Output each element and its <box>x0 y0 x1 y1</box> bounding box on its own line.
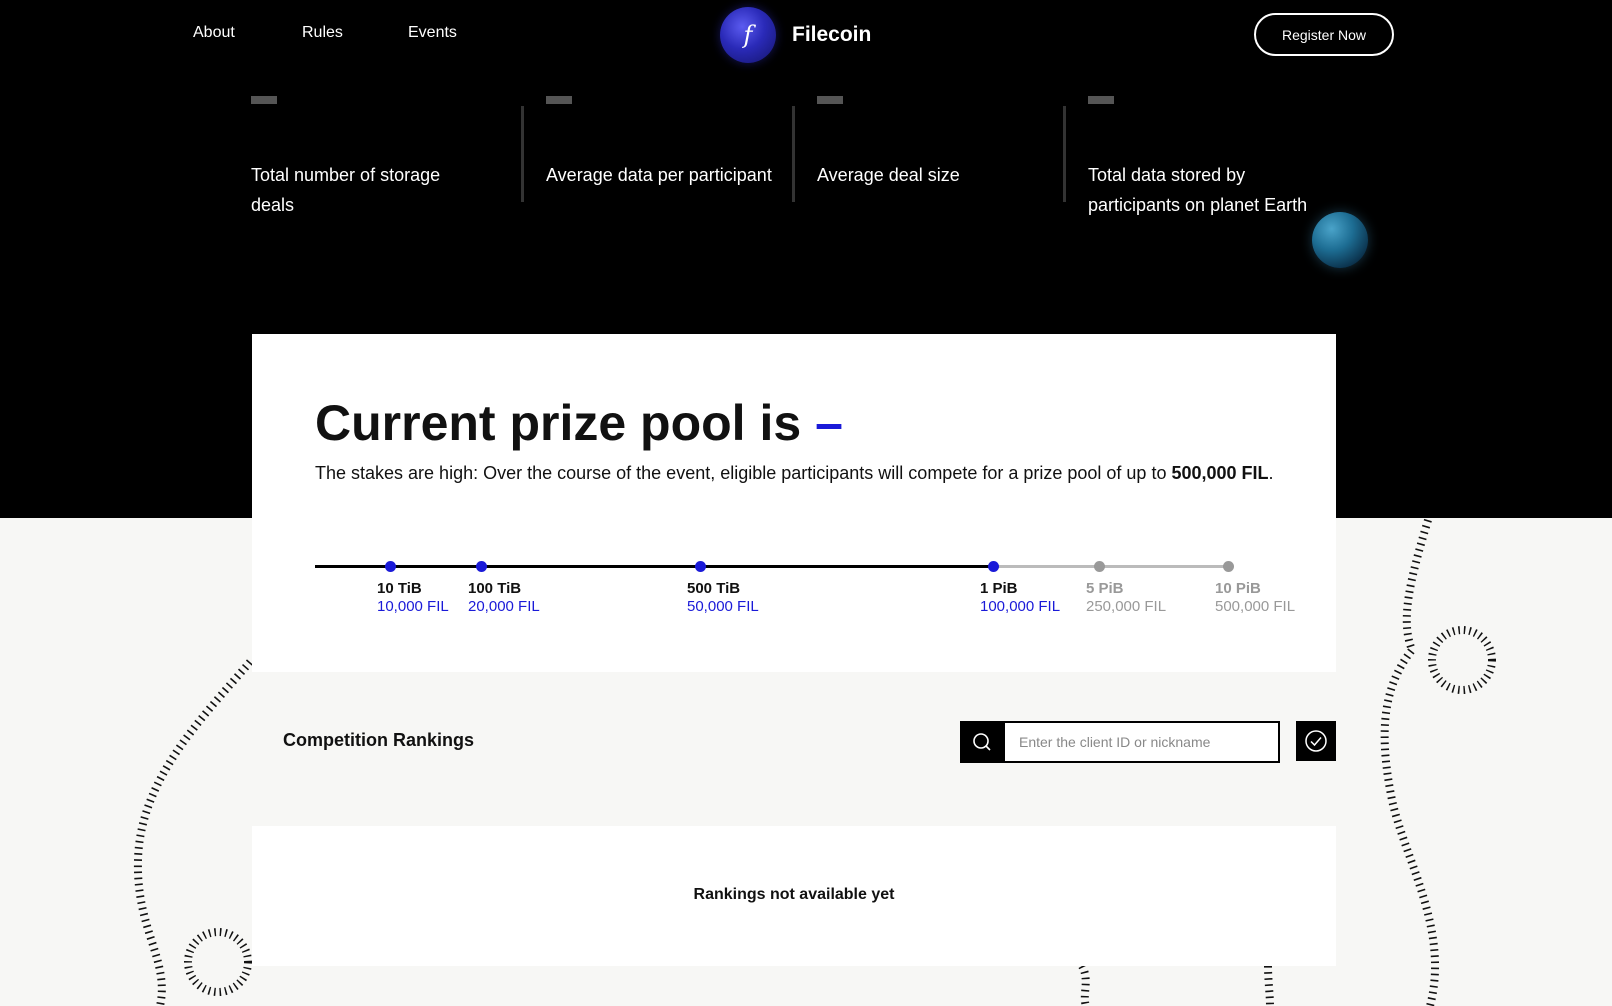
milestone-fil: 500,000 FIL <box>1215 598 1296 615</box>
milestone-label: 10 TiB 10,000 FIL <box>377 580 449 616</box>
nav-link-about[interactable]: About <box>193 24 235 42</box>
stat-divider <box>521 106 524 202</box>
client-search-input[interactable] <box>1003 721 1280 763</box>
stat-value-placeholder <box>817 96 843 104</box>
milestone-label: 1 PiB 100,000 FIL <box>980 580 1060 616</box>
brand-home-link[interactable]: f Filecoin <box>720 7 871 63</box>
stat-total-data-stored: Total data stored by participants on pla… <box>1088 96 1318 220</box>
rankings-empty-message: Rankings not available yet <box>693 886 895 903</box>
milestone-fil: 20,000 FIL <box>468 598 540 615</box>
milestone-label: 10 PiB 500,000 FIL <box>1215 580 1295 616</box>
search-icon <box>972 733 991 751</box>
milestone-dot <box>695 561 706 572</box>
milestone-fil: 50,000 FIL <box>687 598 759 615</box>
milestone-dot <box>1223 561 1234 572</box>
stat-value-placeholder <box>251 96 277 104</box>
milestone-fil: 250,000 FIL <box>1086 598 1167 615</box>
confirm-search-button[interactable] <box>1296 721 1336 761</box>
stat-average-deal-size: Average deal size <box>817 96 1047 190</box>
brand-name: Filecoin <box>792 23 872 46</box>
milestone-size: 5 PiB <box>1086 580 1124 597</box>
timeline-track-reached <box>315 565 997 568</box>
check-circle-icon <box>1305 730 1327 752</box>
prize-pool-description: The stakes are high: Over the course of … <box>315 458 1275 488</box>
timeline-track-remaining <box>997 565 1232 568</box>
nav-link-events[interactable]: Events <box>408 24 457 42</box>
stat-divider <box>792 106 795 202</box>
stat-value-placeholder <box>1088 96 1114 104</box>
milestone-size: 100 TiB <box>468 580 522 597</box>
stat-average-data: Average data per participant <box>546 96 776 190</box>
stat-divider <box>1063 106 1066 202</box>
nav-link-rules[interactable]: Rules <box>302 24 343 42</box>
competition-rankings-title: Competition Rankings <box>283 730 475 750</box>
planet-earth-icon <box>1312 212 1368 268</box>
milestone-size: 1 PiB <box>980 580 1018 597</box>
milestone-dot <box>476 561 487 572</box>
stat-label: Total number of storage deals <box>251 165 441 215</box>
stat-label: Average data per participant <box>546 165 772 185</box>
milestone-dot <box>1094 561 1105 572</box>
milestone-fil: 100,000 FIL <box>980 598 1061 615</box>
stat-value-placeholder <box>546 96 572 104</box>
search-button[interactable] <box>960 721 1003 763</box>
prize-desc-end: . <box>1268 463 1274 483</box>
prize-desc-text: The stakes are high: Over the course of … <box>315 463 1167 483</box>
stat-label: Total data stored by participants on pla… <box>1088 165 1308 215</box>
milestone-dot <box>988 561 999 572</box>
milestone-label: 5 PiB 250,000 FIL <box>1086 580 1166 616</box>
milestone-fil: 10,000 FIL <box>377 598 449 615</box>
prize-pool-title: Current prize pool is – <box>315 394 843 452</box>
milestone-dot <box>385 561 396 572</box>
milestone-size: 500 TiB <box>687 580 741 597</box>
milestone-size: 10 TiB <box>377 580 422 597</box>
prize-pool-card: Current prize pool is – The stakes are h… <box>252 334 1336 672</box>
top-navigation: About Rules Events f Filecoin Register N… <box>0 0 1612 70</box>
filecoin-logo-icon: f <box>720 7 776 63</box>
rankings-card: Rankings not available yet <box>252 826 1336 966</box>
milestone-label: 100 TiB 20,000 FIL <box>468 580 540 616</box>
stat-total-deals: Total number of storage deals <box>251 96 481 220</box>
stat-label: Average deal size <box>817 165 960 185</box>
register-now-button[interactable]: Register Now <box>1254 13 1394 56</box>
prize-milestone-timeline: 10 TiB 10,000 FIL 100 TiB 20,000 FIL 500… <box>315 561 1295 624</box>
milestone-size: 10 PiB <box>1215 580 1261 597</box>
prize-desc-max-amount: 500,000 FIL <box>1171 463 1269 483</box>
prize-title-text: Current prize pool is <box>315 395 802 451</box>
prize-pool-value: – <box>815 395 843 451</box>
milestone-label: 500 TiB 50,000 FIL <box>687 580 759 616</box>
